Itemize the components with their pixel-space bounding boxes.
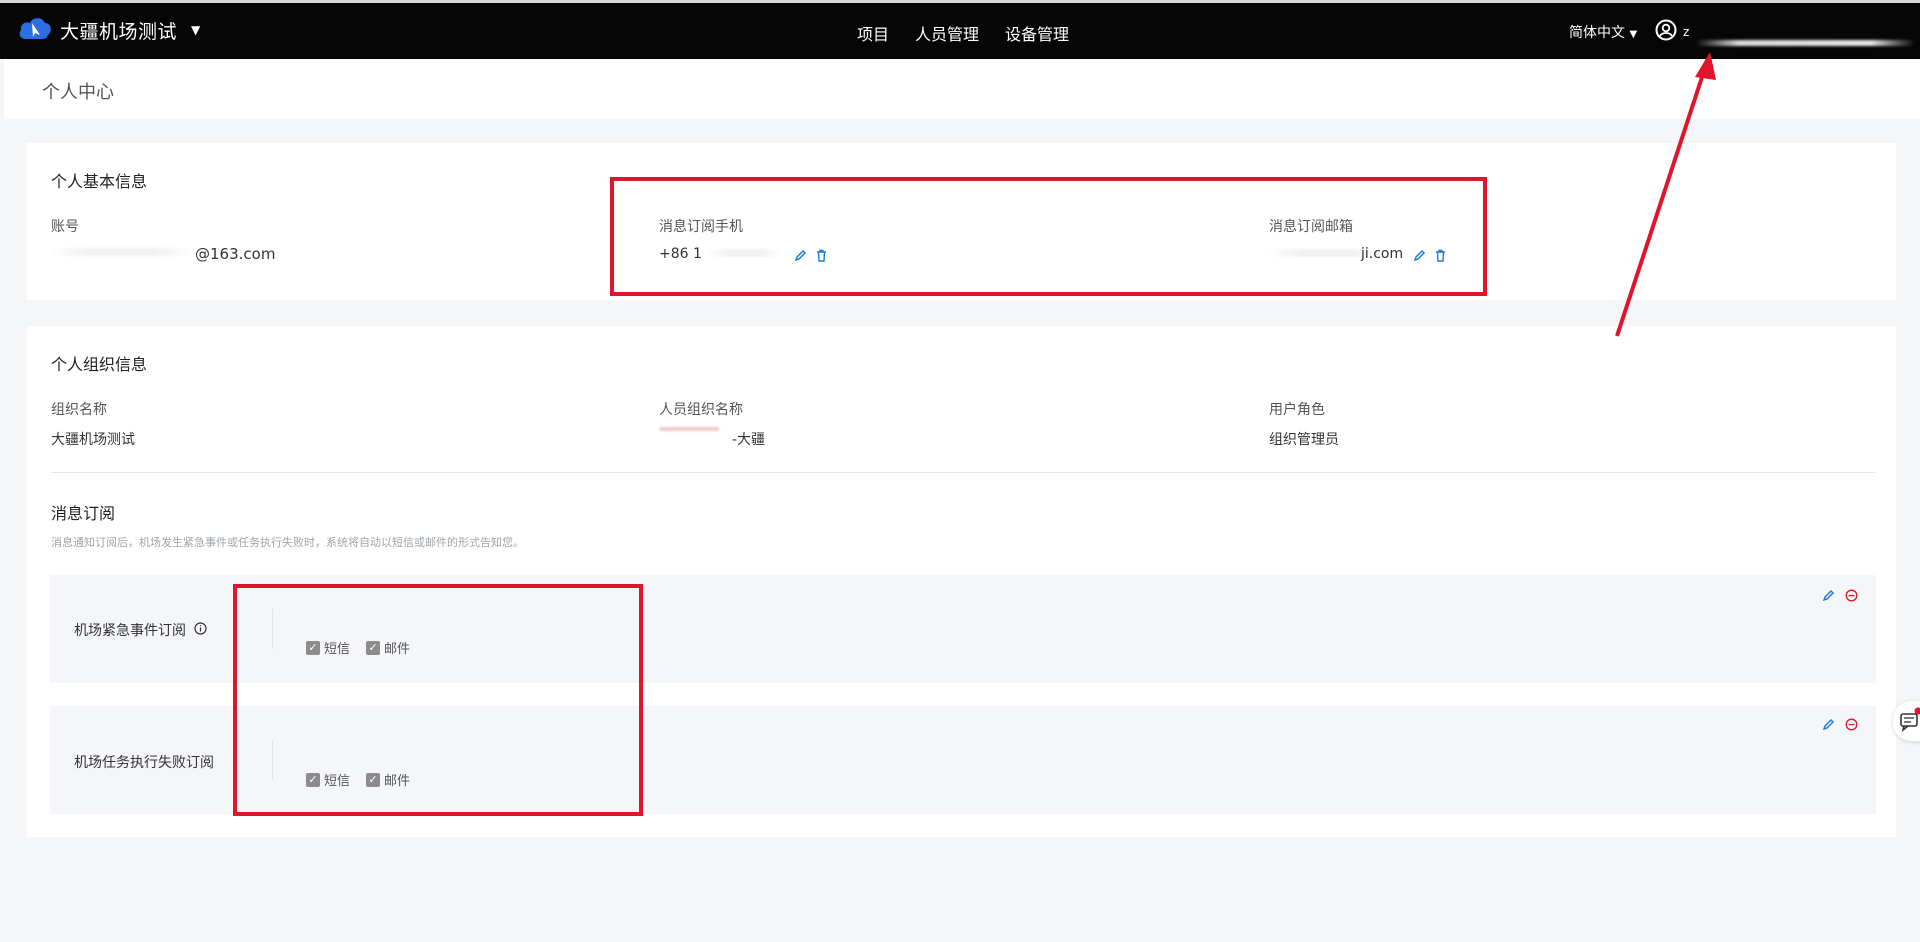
annotation-arrow [1615,52,1716,337]
